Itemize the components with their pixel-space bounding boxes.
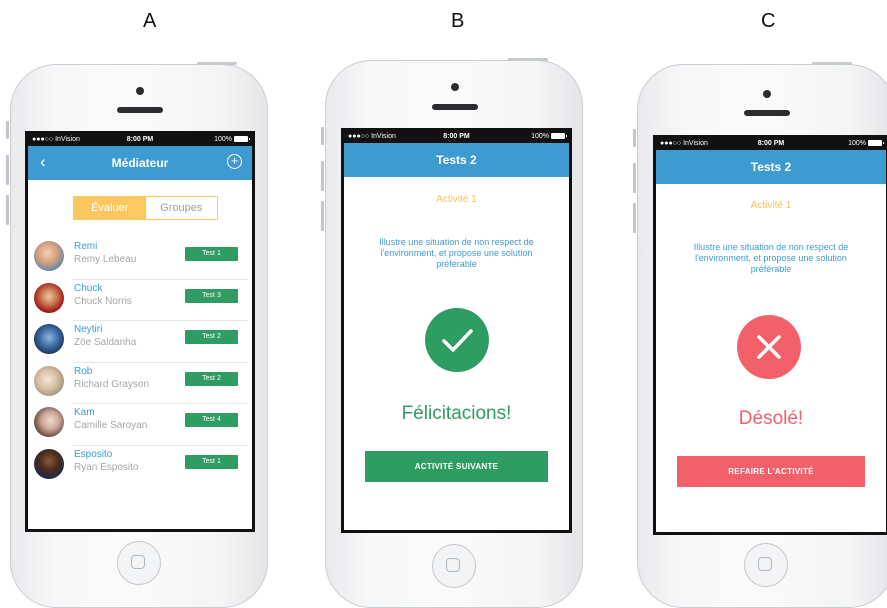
home-button[interactable] xyxy=(744,543,788,587)
home-button[interactable] xyxy=(432,544,476,588)
student-list: Remi Remy Lebeau Test 1 Chuck Chuck Norr… xyxy=(28,238,252,487)
home-square-icon xyxy=(758,557,772,571)
student-fullname: Richard Grayson xyxy=(74,378,150,390)
list-item[interactable]: Esposito Ryan Esposito Test 1 xyxy=(28,446,252,488)
battery-indicator: 100% xyxy=(848,140,884,147)
retry-activity-button[interactable]: REFAIRE L'ACTIVITÉ xyxy=(677,456,865,487)
avatar xyxy=(34,324,64,354)
test-button[interactable]: Test 1 xyxy=(185,454,238,469)
phone-c: ●●●○○ InVision 8:00 PM 100% Tests 2 Acti… xyxy=(633,62,887,608)
nav-bar: Tests 2 xyxy=(656,150,886,184)
panel-letter-c: C xyxy=(761,10,776,32)
activity-label: Activité 1 xyxy=(750,200,792,211)
speaker-slot xyxy=(744,110,790,116)
battery-indicator: 100% xyxy=(531,133,567,140)
speaker-slot xyxy=(432,104,478,110)
page-title: Tests 2 xyxy=(750,160,792,174)
list-item[interactable]: Remi Remy Lebeau Test 1 xyxy=(28,238,252,280)
battery-label: 100% xyxy=(214,136,232,143)
question-text: Illustre une situation de non respect de… xyxy=(379,237,534,269)
camera-dot xyxy=(763,90,771,98)
student-nickname: Chuck xyxy=(74,282,103,294)
list-item[interactable]: Rob Richard Grayson Test 2 xyxy=(28,363,252,404)
test-button[interactable]: Test 3 xyxy=(185,288,238,303)
close-icon xyxy=(757,335,781,359)
screen-failure: ●●●○○ InVision 8:00 PM 100% Tests 2 Acti… xyxy=(653,135,887,535)
result-message: Désolé! xyxy=(738,408,804,429)
speaker-slot xyxy=(117,107,163,113)
battery-label: 100% xyxy=(531,133,549,140)
success-badge xyxy=(425,308,489,372)
panel-letter-b: B xyxy=(451,10,465,32)
failure-badge xyxy=(737,315,801,379)
battery-icon xyxy=(234,136,250,143)
test-button[interactable]: Test 4 xyxy=(185,413,238,427)
battery-icon xyxy=(868,140,884,147)
nav-bar: ‹ Médiateur + xyxy=(28,146,252,180)
test-button[interactable]: Test 1 xyxy=(185,247,238,261)
list-item[interactable]: Neytiri Zöe Saldanha Test 2 xyxy=(28,321,252,363)
student-nickname: Kam xyxy=(74,407,95,418)
student-fullname: Camille Saroyan xyxy=(74,420,148,431)
next-activity-button[interactable]: ACTIVITÉ SUIVANTE xyxy=(365,451,548,482)
result-message: Félicitacions! xyxy=(401,403,512,424)
test-button[interactable]: Test 2 xyxy=(185,371,238,386)
screen-mediateur: ●●●○○ InVision 8:00 PM 100% ‹ Médiateur … xyxy=(25,131,255,532)
plus-circle-icon[interactable]: + xyxy=(227,154,242,169)
avatar xyxy=(34,241,64,271)
home-square-icon xyxy=(131,555,145,569)
check-icon xyxy=(442,329,473,352)
student-nickname: Rob xyxy=(74,365,93,377)
page-title: Médiateur xyxy=(111,156,169,170)
status-bar: ●●●○○ InVision 8:00 PM 100% xyxy=(28,134,252,146)
avatar xyxy=(34,407,64,437)
student-nickname: Remi xyxy=(74,241,98,252)
avatar xyxy=(34,365,64,396)
avatar xyxy=(34,448,64,479)
status-bar: ●●●○○ InVision 8:00 PM 100% xyxy=(344,131,569,143)
panel-letter-a: A xyxy=(143,10,157,32)
student-fullname: Chuck Norris xyxy=(74,295,132,307)
student-fullname: Remy Lebeau xyxy=(74,254,137,265)
camera-dot xyxy=(136,87,144,95)
battery-indicator: 100% xyxy=(214,136,250,143)
screen-success: ●●●○○ InVision 8:00 PM 100% Tests 2 Acti… xyxy=(341,128,572,533)
battery-icon xyxy=(551,133,567,140)
phone-a: ●●●○○ InVision 8:00 PM 100% ‹ Médiateur … xyxy=(6,62,268,608)
segmented-control: Évaluer Groupes xyxy=(73,196,218,220)
camera-dot xyxy=(451,83,459,91)
student-nickname: Esposito xyxy=(74,448,113,460)
home-square-icon xyxy=(446,558,460,572)
page-title: Tests 2 xyxy=(436,153,477,167)
test-button[interactable]: Test 2 xyxy=(185,330,238,344)
nav-bar: Tests 2 xyxy=(344,143,569,177)
list-item[interactable]: Chuck Chuck Norris Test 3 xyxy=(28,280,252,321)
question-text: Illustre une situation de non respect de… xyxy=(693,242,849,274)
status-bar: ●●●○○ InVision 8:00 PM 100% xyxy=(656,138,886,150)
phone-b: ●●●○○ InVision 8:00 PM 100% Tests 2 Acti… xyxy=(321,58,583,608)
activity-label: Activité 1 xyxy=(436,194,477,205)
tab-evaluer[interactable]: Évaluer xyxy=(74,197,146,219)
tab-groupes[interactable]: Groupes xyxy=(146,197,218,219)
list-item[interactable]: Kam Camille Saroyan Test 4 xyxy=(28,404,252,446)
student-fullname: Zöe Saldanha xyxy=(74,337,137,348)
home-button[interactable] xyxy=(117,541,161,585)
student-nickname: Neytiri xyxy=(74,324,103,335)
battery-label: 100% xyxy=(848,140,866,147)
avatar xyxy=(34,282,64,313)
student-fullname: Ryan Esposito xyxy=(74,461,139,473)
